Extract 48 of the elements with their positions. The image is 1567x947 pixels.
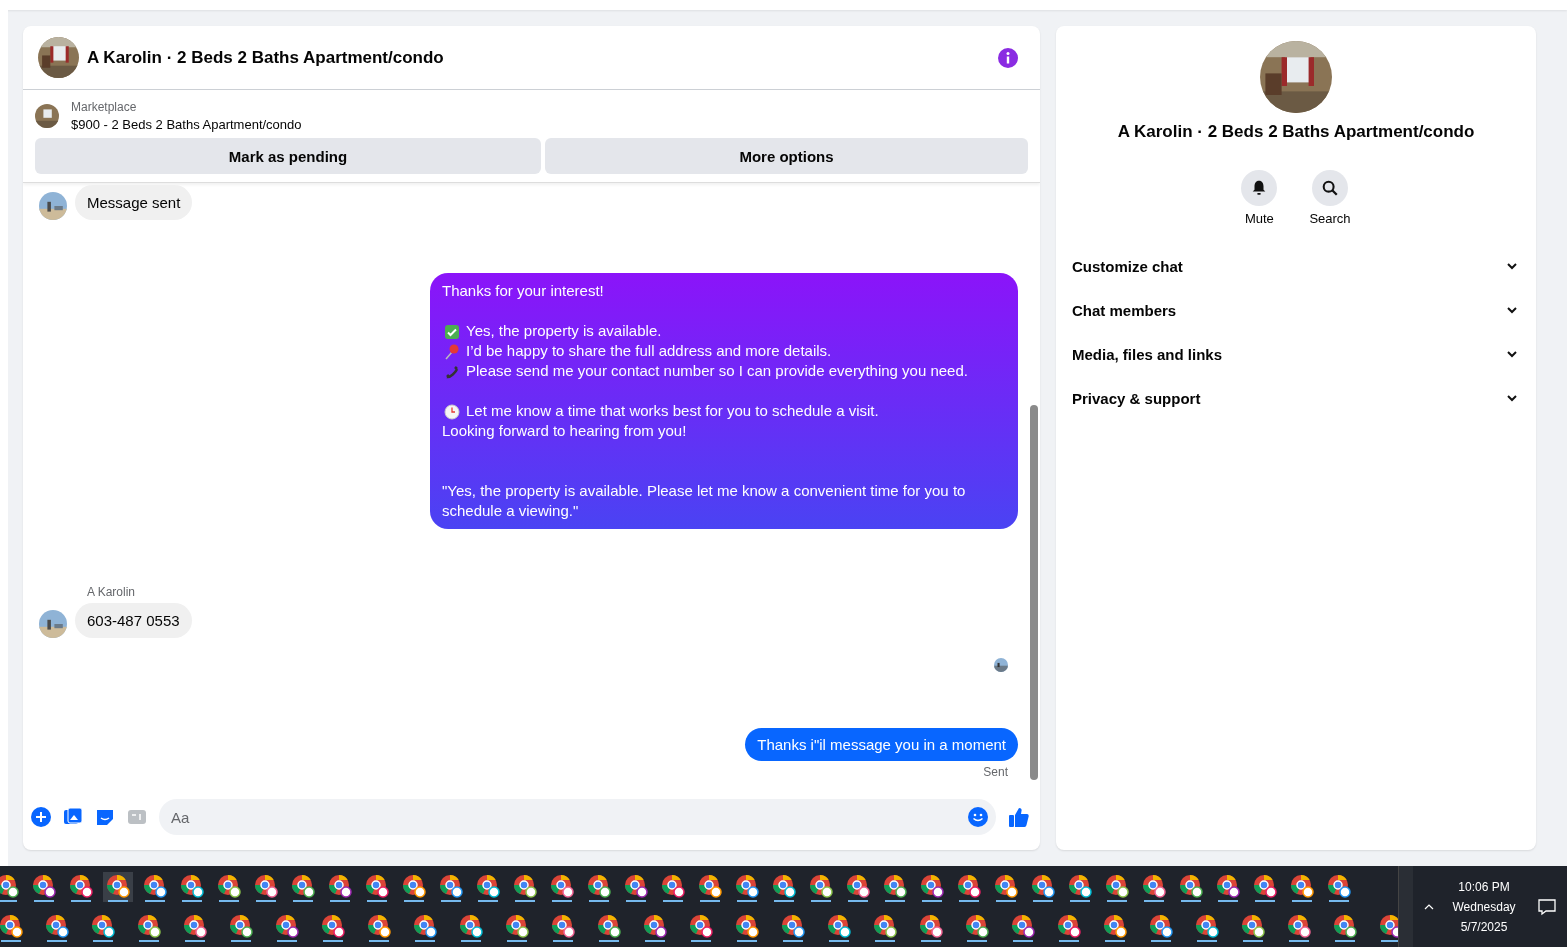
clock-icon: [444, 404, 460, 420]
listing-action-button[interactable]: More options: [545, 138, 1028, 174]
listing-action-button[interactable]: Mark as pending: [35, 138, 541, 174]
chevron-down-icon: [1506, 304, 1518, 316]
browser-profile-icon[interactable]: [103, 871, 133, 902]
scrollbar[interactable]: [1398, 866, 1413, 947]
listing-summary: $900 - 2 Beds 2 Baths Apartment/condo: [71, 117, 302, 132]
conversation-title: A Karolin · 2 Beds 2 Baths Apartment/condo: [1117, 122, 1475, 142]
message-line: I’d be happy to share the full address and more details.: [466, 341, 832, 361]
details-section[interactable]: Customize chat: [1064, 244, 1528, 288]
search-button[interactable]: [1312, 170, 1348, 206]
message-field[interactable]: Aa: [159, 799, 996, 835]
emoji-icon[interactable]: [968, 807, 988, 827]
chevron-down-icon: [1506, 260, 1518, 272]
outgoing-message: Thanks i"il message you in a moment: [745, 728, 1018, 761]
message-line: Looking forward to hearing from you!: [442, 421, 687, 441]
listing-source: Marketplace: [71, 100, 138, 114]
info-icon[interactable]: [998, 47, 1018, 68]
chevron-down-icon: [1506, 348, 1518, 360]
clock-day: Wednesday: [1452, 899, 1516, 914]
conversation-title: A Karolin · 2 Beds 2 Baths Apartment/condo: [87, 47, 445, 68]
message-status: Sent: [983, 765, 1008, 779]
message-line: Please send me your contact number so I can provide everything you need.: [466, 361, 968, 381]
clock-time: 10:06 PM: [1458, 879, 1510, 894]
message-line: Thanks for your interest!: [442, 281, 604, 301]
phone-icon: [444, 364, 460, 380]
message-line: Yes, the property is available.: [466, 321, 662, 341]
incoming-message: 603-487 0553: [75, 603, 192, 638]
check-mark-icon: [444, 324, 460, 340]
image-icon[interactable]: [63, 807, 83, 827]
notification-icon[interactable]: [1537, 896, 1557, 917]
details-section[interactable]: Chat members: [1064, 288, 1528, 332]
clock-date: 5/7/2025: [1460, 919, 1508, 934]
sticker-icon[interactable]: [95, 807, 115, 827]
message-line: Let me know a time that works best for you to schedule a visit.: [466, 401, 879, 421]
message-line: "Yes, the property is available. Please let me know a convenient time for you to schedule a viewing.": [442, 481, 967, 521]
mute-button[interactable]: [1241, 170, 1278, 206]
chevron-down-icon: [1506, 392, 1518, 404]
details-section[interactable]: Privacy & support: [1064, 376, 1528, 420]
action-label: Search: [1309, 211, 1351, 226]
thumbs-up-icon[interactable]: [1008, 806, 1030, 828]
details-section[interactable]: Media, files and links: [1064, 332, 1528, 376]
action-label: Mute: [1244, 211, 1274, 226]
search-icon: [1321, 179, 1339, 197]
pushpin-icon: [444, 344, 460, 360]
sender-name: A Karolin: [87, 585, 137, 599]
incoming-message: Message sent: [75, 185, 193, 220]
plus-icon[interactable]: [31, 807, 51, 827]
